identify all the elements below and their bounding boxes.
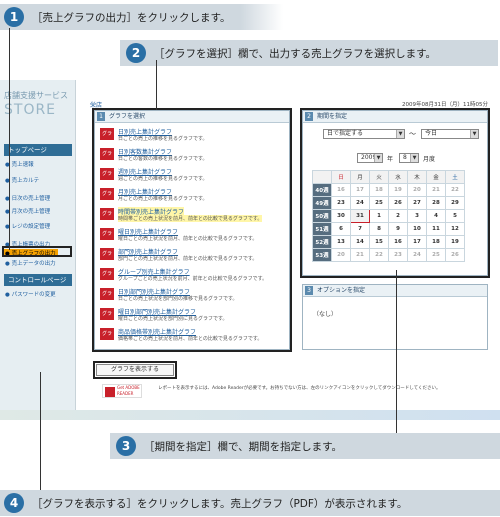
connector-3 — [396, 270, 397, 434]
main-content: 栄店 2009年08月31日（月）11時05分 1 グラフを選択 グラフ 日別売上集… — [88, 98, 492, 410]
options-value: （なし） — [313, 311, 338, 318]
highlight-box-panel1 — [92, 108, 292, 352]
step-number-1: 1 — [4, 7, 24, 27]
sidebar-top-head[interactable]: トップページ — [4, 144, 72, 156]
callout-text-4: ［グラフを表示する］をクリックします。売上グラフ（PDF）が表示されます。 — [32, 497, 408, 510]
sidebar: 店舗支援サービス STORE トップページ ● 売上速報 ● 売上カルテ ● 日… — [0, 80, 76, 410]
callout-text-1: ［売上グラフの出力］をクリックします。 — [32, 11, 231, 24]
connector-1 — [9, 28, 10, 250]
footer-band — [0, 410, 500, 420]
step-number-2: 2 — [126, 43, 146, 63]
pdf-icon — [105, 387, 115, 397]
sidebar-item-monthly[interactable]: ● 月次の売上管理 — [5, 207, 50, 215]
connector-4 — [40, 372, 41, 490]
callout-step-2: 2 ［グラフを選択］欄で、出力する売上グラフを選択します。 — [120, 40, 498, 66]
callout-step-4: 4 ［グラフを表示する］をクリックします。売上グラフ（PDF）が表示されます。 — [0, 490, 500, 516]
sidebar-item-password[interactable]: ● パスワードの変更 — [5, 290, 56, 298]
callout-step-3: 3 ［期間を指定］欄で、期間を指定します。 — [110, 433, 500, 459]
callout-text-3: ［期間を指定］欄で、期間を指定します。 — [144, 440, 343, 453]
sidebar-item-register[interactable]: ● レジの設定管理 — [5, 222, 50, 230]
adobe-reader-link[interactable]: Get ADOBE READER — [102, 384, 142, 398]
datetime: 2009年08月31日（月）11時05分 — [402, 102, 488, 108]
sidebar-control-head: コントロールページ — [4, 274, 72, 286]
step-number-3: 3 — [116, 436, 136, 456]
sidebar-item-data-output[interactable]: ● 売上データの出力 — [5, 259, 56, 267]
sidebar-item-sales-chart[interactable]: ● 売上カルテ — [5, 176, 39, 184]
connector-2 — [156, 60, 157, 110]
highlight-box-graph-output — [2, 246, 72, 257]
sidebar-item-daily[interactable]: ● 日次の売上管理 — [5, 194, 50, 202]
panel-options-head: 3 オプションを指定 — [303, 285, 487, 297]
app-window: 店舗支援サービス STORE トップページ ● 売上速報 ● 売上カルテ ● 日… — [0, 80, 500, 420]
highlight-box-panel2 — [300, 108, 490, 278]
callout-step-1: 1 ［売上グラフの出力］をクリックします。 — [0, 4, 283, 30]
callout-text-2: ［グラフを選択］欄で、出力する売上グラフを選択します。 — [154, 47, 437, 60]
step-number-4: 4 — [4, 493, 24, 513]
highlight-box-show-button — [93, 361, 177, 379]
reader-note: レポートを表示するには、Adobe Readerが必要です。お持ちでない方は、左… — [158, 386, 441, 391]
panel-options: 3 オプションを指定 （なし） — [302, 284, 488, 350]
brand-logo: STORE — [4, 102, 57, 118]
brand-jp: 店舗支援サービス — [4, 91, 68, 100]
